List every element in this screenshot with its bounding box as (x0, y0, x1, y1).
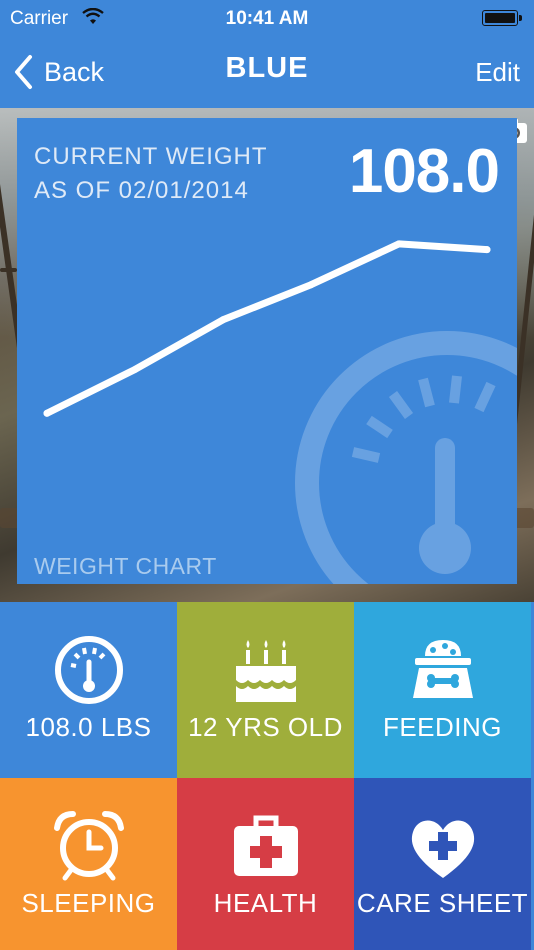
weight-data-point (307, 281, 315, 289)
battery-icon (482, 10, 522, 26)
sleeping-tile[interactable]: SLEEPING (0, 778, 177, 950)
current-weight-value: 108.0 (348, 137, 500, 206)
feeding-tile[interactable]: FEEDING (354, 602, 531, 778)
navigation-bar: Back BLUE Edit (0, 40, 534, 108)
age-tile[interactable]: 12 YRS OLD (177, 602, 354, 778)
heart-plus-icon (411, 820, 474, 878)
health-tile-label: HEALTH (213, 888, 318, 918)
pet-menu-grid: 108.0 LBS 12 YRS OLD FEEDING SLEEPING HE… (0, 602, 534, 950)
scale-watermark-icon (295, 331, 517, 584)
alarm-clock-icon (53, 811, 124, 881)
chart-footer-label: WEIGHT CHART (34, 553, 217, 579)
care-sheet-tile[interactable]: CARE SHEET (354, 778, 531, 950)
feeding-tile-label: FEEDING (382, 712, 503, 742)
sleeping-tile-label: SLEEPING (21, 888, 156, 918)
weight-chart-card[interactable]: CURRENT WEIGHT AS OF 02/01/2014 108.0 WE… (17, 118, 517, 584)
weight-tile[interactable]: 108.0 LBS (0, 602, 177, 778)
age-tile-label: 12 YRS OLD (188, 712, 343, 742)
clock: 10:41 AM (225, 8, 309, 29)
first-aid-kit-icon (233, 815, 298, 876)
current-weight-line1: CURRENT WEIGHT (34, 143, 268, 170)
weight-data-point (43, 409, 51, 417)
weight-data-point (219, 316, 227, 324)
food-bowl-icon (412, 640, 473, 698)
scale-gauge-icon (54, 636, 123, 704)
weight-data-point (131, 365, 139, 373)
birthday-cake-icon (235, 640, 296, 702)
current-weight-date: AS OF 02/01/2014 (34, 177, 249, 204)
edit-button[interactable]: Edit (475, 57, 520, 88)
weight-data-point (395, 240, 403, 248)
page-title: BLUE (225, 52, 309, 84)
status-bar: Carrier 10:41 AM (0, 0, 534, 40)
care-sheet-tile-label: CARE SHEET (356, 888, 529, 918)
weight-data-point (483, 246, 491, 254)
health-tile[interactable]: HEALTH (177, 778, 354, 950)
weight-tile-label: 108.0 LBS (25, 712, 152, 742)
current-weight-label: CURRENT WEIGHT AS OF 02/01/2014 (34, 140, 268, 208)
